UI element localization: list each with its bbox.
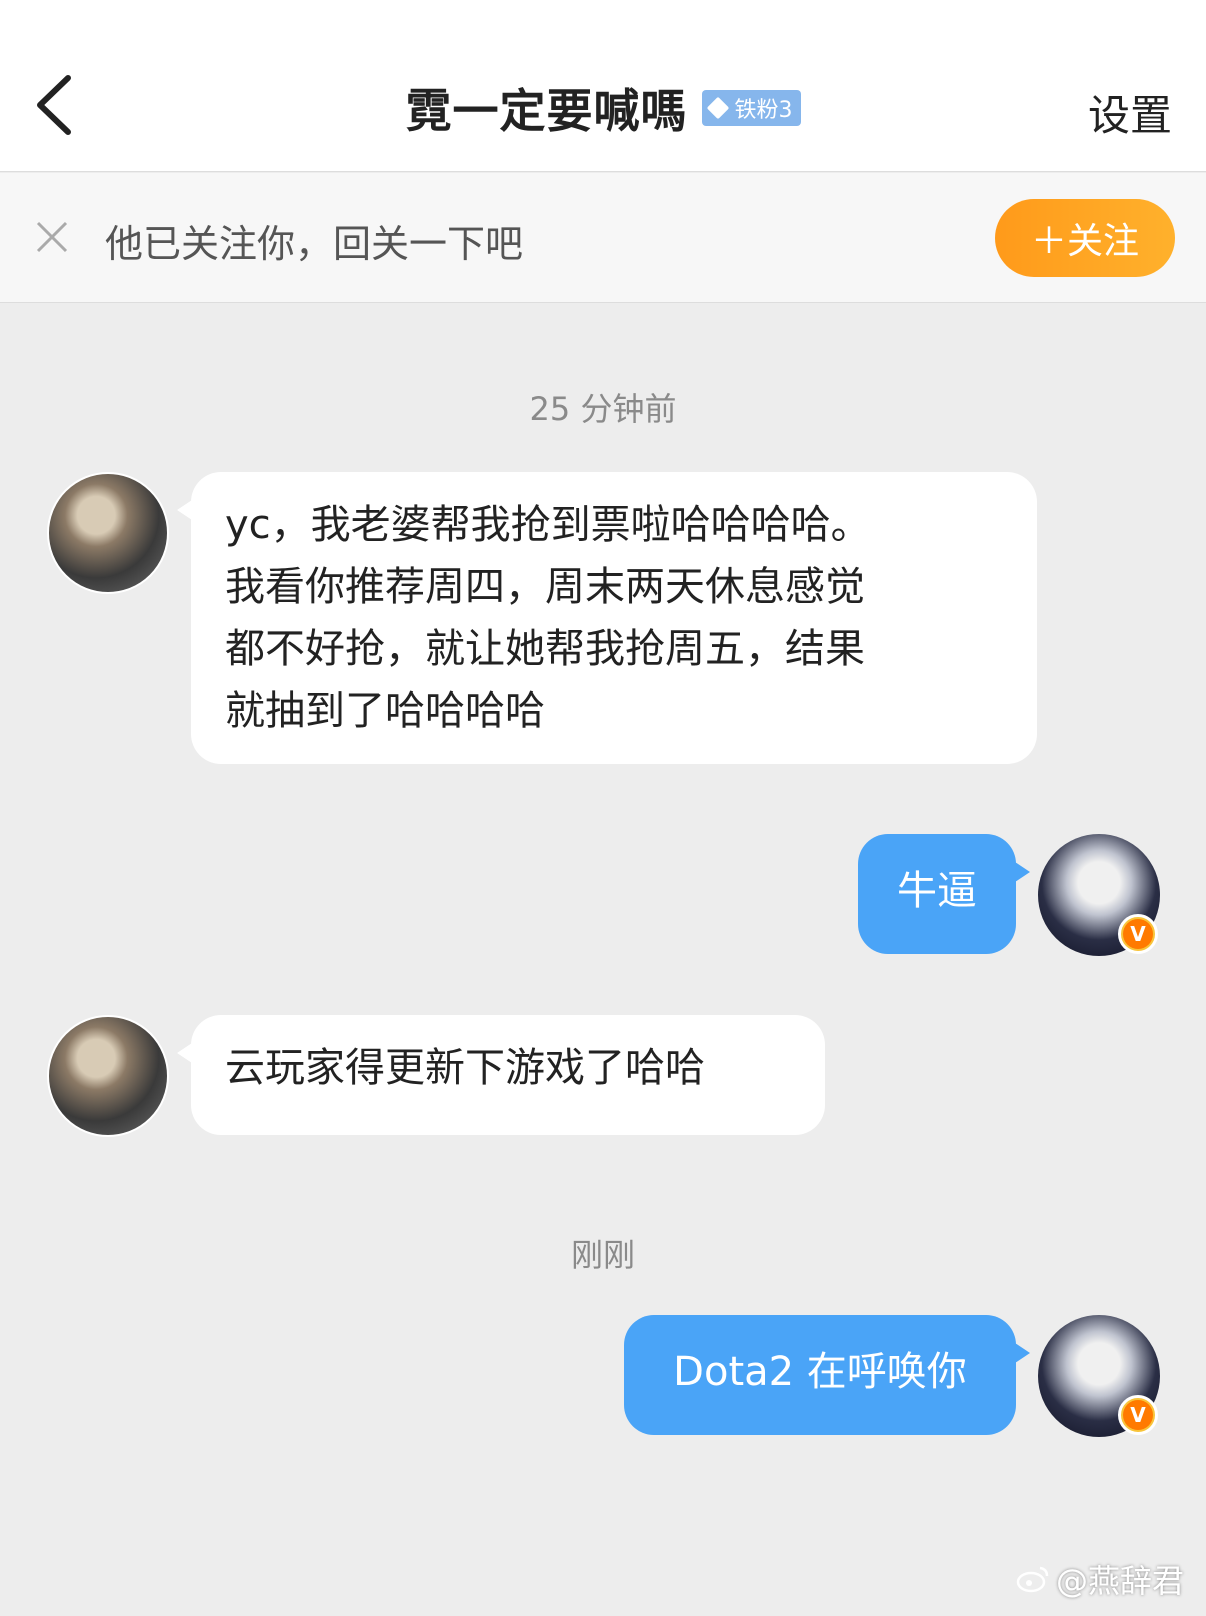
follow-back-bar: 他已关注你，回关一下吧 ＋关注 [0, 173, 1206, 303]
follow-back-prompt: 他已关注你，回关一下吧 [105, 222, 524, 266]
chat-header: 霓一定要喊嗎 铁粉3 设置 [0, 0, 1206, 172]
message-line: 我看你推荐周四，周末两天休息感觉 [225, 564, 865, 610]
verified-v-icon: V [1118, 914, 1158, 954]
follow-button[interactable]: ＋关注 [995, 199, 1175, 277]
message-text: 云玩家得更新下游戏了哈哈 [225, 1045, 705, 1091]
verified-v-icon: V [1118, 1395, 1158, 1435]
message-line: 都不好抢，就让她帮我抢周五，结果 [225, 626, 865, 672]
watermark-text: @燕辞君 [1055, 1562, 1184, 1600]
message-text: Dota2 在呼唤你 [673, 1349, 967, 1395]
received-message-bubble: 云玩家得更新下游戏了哈哈 [177, 1015, 825, 1135]
message-timestamp: 25 分钟前 [529, 390, 677, 428]
chat-title: 霓一定要喊嗎 [405, 84, 688, 138]
sent-message-bubble: Dota2 在呼唤你 [624, 1315, 1030, 1435]
sender-avatar[interactable] [47, 472, 169, 594]
message-timestamp: 刚刚 [570, 1236, 635, 1274]
close-icon[interactable] [34, 219, 70, 255]
chat-title-area: 霓一定要喊嗎 铁粉3 [0, 78, 1206, 138]
received-message-bubble: yc，我老婆帮我抢到票啦哈哈哈哈。 我看你推荐周四，周末两天休息感觉 都不好抢，… [177, 472, 1037, 764]
settings-button[interactable]: 设置 [1088, 82, 1172, 143]
message-line: 就抽到了哈哈哈哈 [225, 688, 545, 734]
fan-level-badge: 铁粉3 [701, 90, 801, 126]
message-line: yc，我老婆帮我抢到票啦哈哈哈哈。 [225, 502, 871, 548]
weibo-watermark: @燕辞君 [1016, 1556, 1184, 1602]
message-text: 牛逼 [897, 868, 977, 914]
sender-avatar[interactable] [47, 1015, 169, 1137]
diamond-icon [706, 96, 729, 120]
sent-message-bubble: 牛逼 [858, 834, 1030, 954]
weibo-logo-icon [1016, 1566, 1049, 1593]
fan-badge-label: 铁粉3 [734, 98, 793, 123]
